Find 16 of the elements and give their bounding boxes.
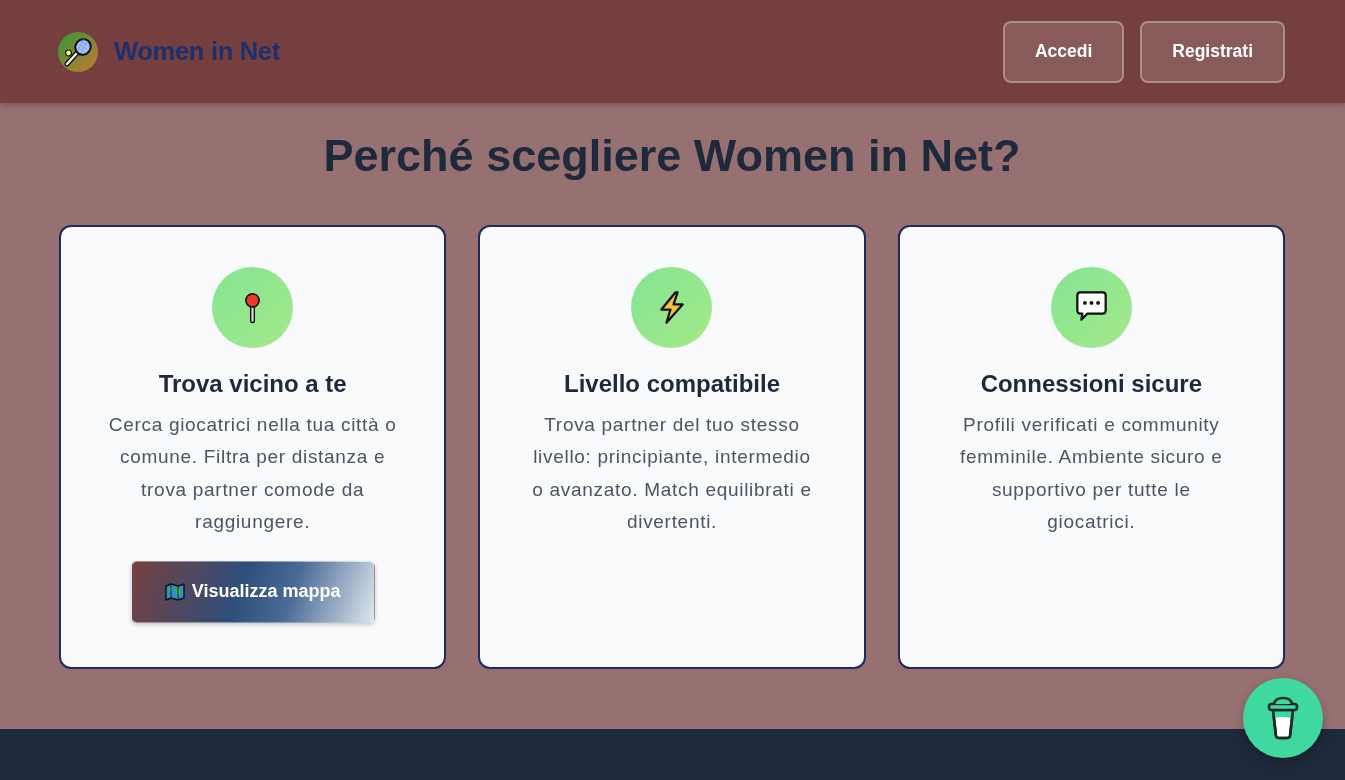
feature-description: Cerca giocatrici nella tua città o comune. Filtra per distanza e trova partner comode da raggiungere. xyxy=(108,412,398,535)
lightning-icon xyxy=(631,267,713,348)
map-button[interactable]: Visualizza mappa xyxy=(130,560,375,623)
feature-description: Profili verificati e community femminile. Ambiente sicuro e supportivo per tutte le giocatrici. xyxy=(959,412,1224,535)
map-icon xyxy=(164,582,185,601)
feature-title: Connessioni sicure xyxy=(980,370,1202,399)
header-button[interactable]: Accedi xyxy=(1002,20,1125,83)
feature-description: Trova partner del tuo stesso livello: principiante, intermedio o avanzato. Match equilibrati e divertenti. xyxy=(531,412,813,535)
cup-icon xyxy=(1266,696,1300,740)
header-button[interactable]: Registrati xyxy=(1140,20,1285,83)
racket-icon xyxy=(58,31,98,72)
pin-icon xyxy=(212,267,294,348)
section-title: Perché scegliere Women in Net? xyxy=(322,129,1022,183)
chat-bubble-icon xyxy=(1050,267,1132,348)
feature-title: Livello compatibile xyxy=(563,370,780,399)
feature-title: Trova vicino a te xyxy=(158,370,347,399)
